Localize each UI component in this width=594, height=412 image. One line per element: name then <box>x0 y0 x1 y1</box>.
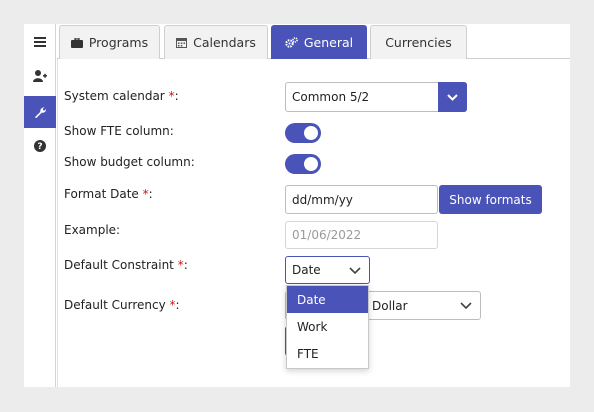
rail-item-list[interactable] <box>24 26 56 58</box>
tab-general[interactable]: General <box>271 25 367 59</box>
side-rail: ? <box>24 24 56 387</box>
tab-label: General <box>303 35 354 50</box>
format-date-input[interactable]: dd/mm/yy <box>285 185 438 214</box>
label-colon: : <box>148 187 153 201</box>
tab-label: Programs <box>88 35 149 50</box>
show-budget-label: Show budget column: <box>64 155 195 169</box>
tab-bar: Programs Calendars General Currencies <box>57 24 570 59</box>
default-constraint-label: Default Constraint *: <box>64 258 188 272</box>
show-budget-toggle[interactable] <box>285 154 321 174</box>
system-calendar-select[interactable]: Common 5/2 <box>285 82 467 112</box>
main-content: Programs Calendars General Currencies Sy… <box>57 24 570 387</box>
example-label: Example: <box>64 223 121 237</box>
chevron-down-icon <box>447 93 458 101</box>
tab-calendars[interactable]: Calendars <box>164 25 268 59</box>
rail-item-help[interactable]: ? <box>24 130 56 162</box>
briefcase-icon <box>70 37 83 48</box>
select-value: Common 5/2 <box>292 90 370 104</box>
tab-label: Currencies <box>385 35 452 50</box>
example-readonly-field: 01/06/2022 <box>285 221 438 249</box>
rail-item-settings[interactable] <box>24 96 56 128</box>
gears-icon <box>285 37 298 48</box>
tab-label: Calendars <box>193 35 256 50</box>
tab-programs[interactable]: Programs <box>59 25 160 59</box>
label-text: Default Currency <box>64 298 170 312</box>
help-icon: ? <box>34 140 46 152</box>
system-calendar-label: System calendar *: <box>64 89 179 103</box>
add-user-icon <box>33 70 47 82</box>
dropdown-option-work[interactable]: Work <box>287 313 368 340</box>
format-date-label: Format Date *: <box>64 187 153 201</box>
default-constraint-dropdown: Date Work FTE <box>286 285 369 369</box>
label-text: Default Constraint <box>64 258 178 272</box>
svg-text:?: ? <box>37 142 42 152</box>
select-value: Dollar <box>372 298 408 313</box>
label-text: Format Date <box>64 187 143 201</box>
show-fte-label: Show FTE column: <box>64 124 174 138</box>
dropdown-option-date[interactable]: Date <box>287 286 368 313</box>
settings-panel: ? Programs Calendars General Currencies … <box>24 24 570 387</box>
calendar-icon <box>176 38 188 48</box>
show-fte-toggle[interactable] <box>285 123 321 143</box>
label-colon: : <box>175 298 180 312</box>
default-currency-label: Default Currency *: <box>64 298 180 312</box>
select-value: Date <box>292 263 321 277</box>
show-formats-button[interactable]: Show formats <box>439 185 542 214</box>
wrench-icon <box>35 107 46 118</box>
default-constraint-select[interactable]: Date <box>285 256 370 284</box>
label-colon: : <box>183 258 188 272</box>
tab-currencies[interactable]: Currencies <box>370 25 467 59</box>
system-calendar-dropdown-button[interactable] <box>438 82 467 112</box>
dropdown-option-fte[interactable]: FTE <box>287 340 368 367</box>
chevron-down-icon <box>349 267 361 274</box>
chevron-down-icon <box>460 302 472 309</box>
label-colon: : <box>174 89 179 103</box>
list-icon <box>34 37 46 47</box>
label-text: System calendar <box>64 89 169 103</box>
rail-item-users[interactable] <box>24 60 56 92</box>
content-divider <box>57 59 58 387</box>
